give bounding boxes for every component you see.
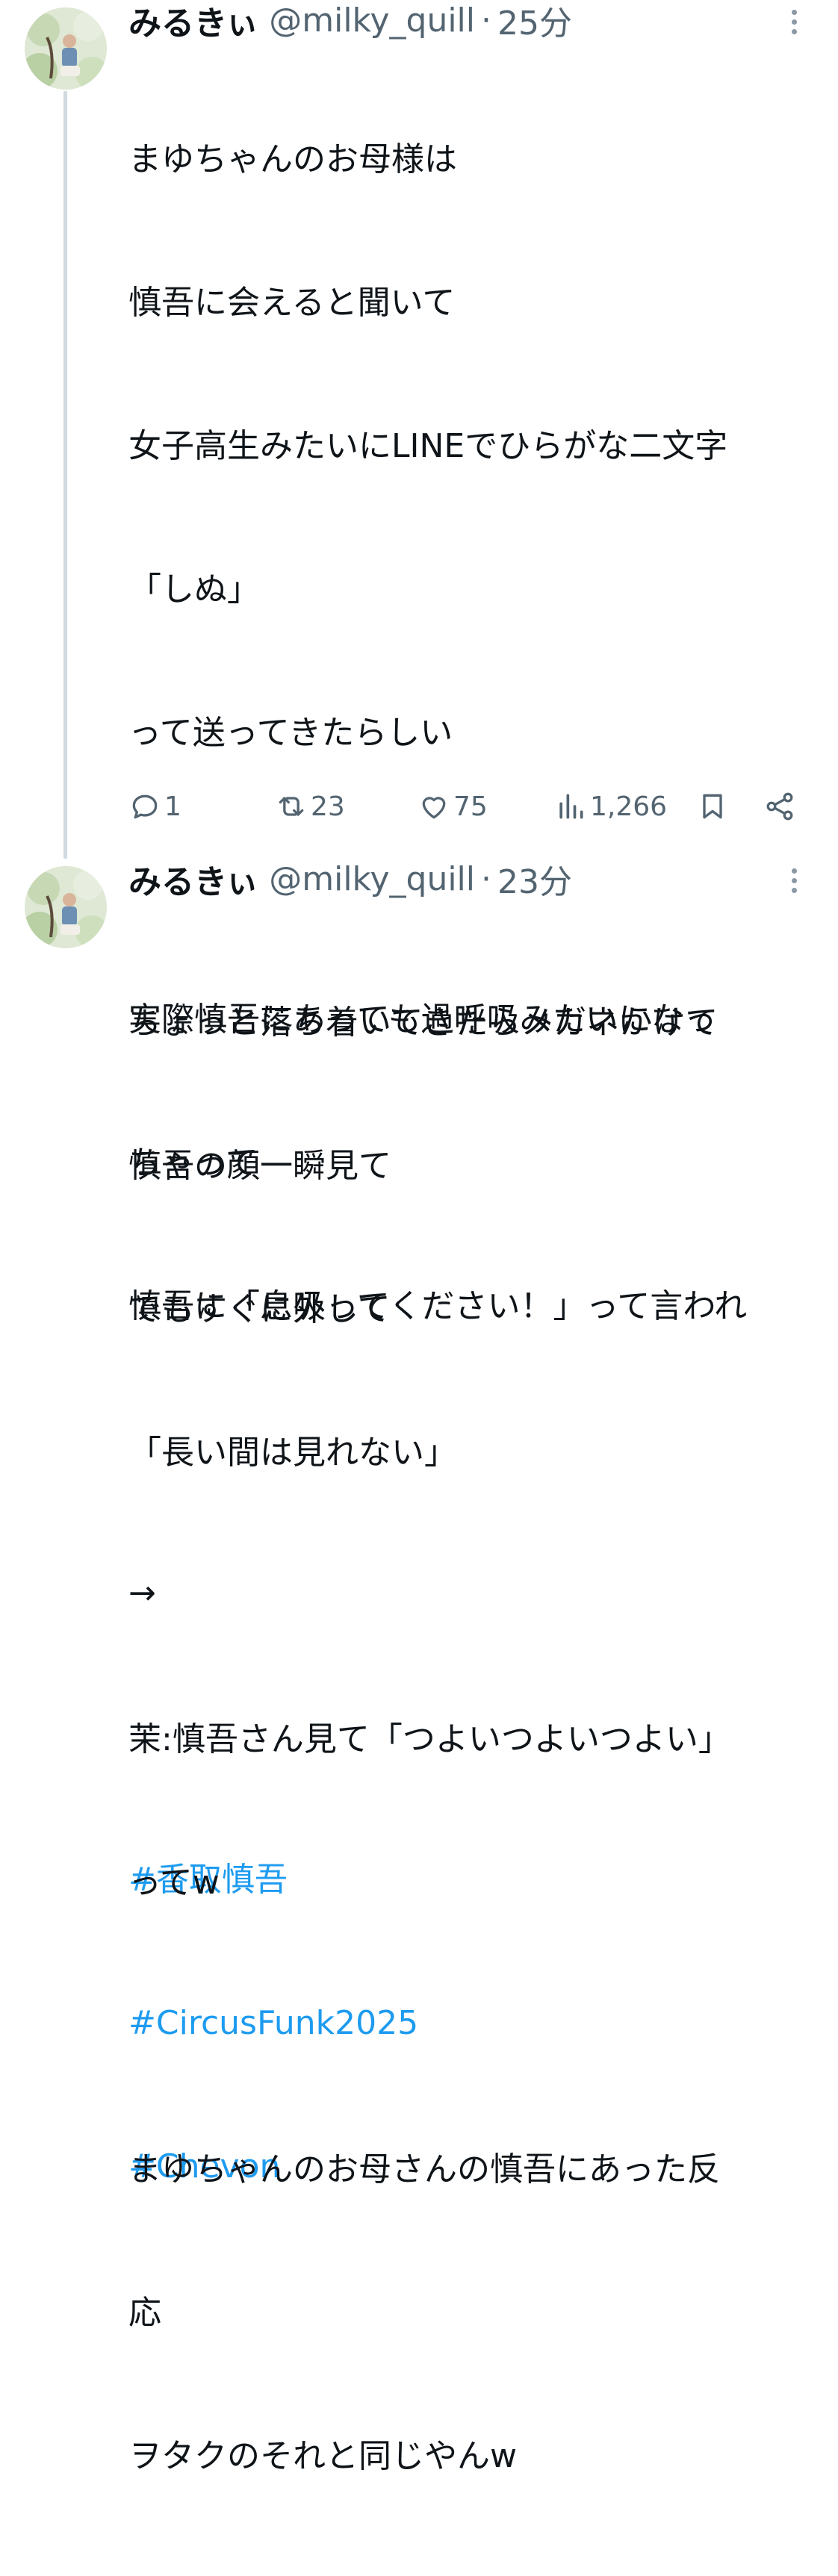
display-name[interactable]: みるきぃ [128,0,258,44]
repost-icon [279,797,304,816]
user-handle[interactable]: @milky_quill [269,860,475,898]
reply-count: 1 [164,791,181,822]
post-line: 茉:慎吾さん見て「つよいつよいつよい」 [128,1720,731,1758]
post-timestamp[interactable]: 23分 [497,855,572,903]
post-header: みるきぃ @milky_quill · 23分 [128,859,572,902]
heart-icon [422,797,446,819]
post-line: まゆちゃんのお母さんの慎吾にあった反 [128,2150,720,2188]
more-vertical-icon [791,9,797,34]
post-line: 慎吾の顔一瞬見て [128,1147,391,1185]
post-line [128,2003,823,2050]
post-line: まゆちゃんのお母様は [128,140,457,178]
more-options-button[interactable] [783,1,805,42]
avatar-photo [25,866,107,948]
reply-button[interactable]: 1 [128,784,181,829]
post-body: ちょっと落ち着いてきたらメガネかけて 慎吾の顔一瞬見て でもすぐに外して 「長い… [128,903,823,2576]
post-line: でもすぐに外して [128,1290,391,1328]
post-actions-bar: 1 23 75 1,266 [128,784,801,829]
post-line: 応 [128,2294,161,2332]
share-button[interactable] [763,784,796,829]
share-icon [766,792,793,821]
avatar-photo [25,7,107,90]
post-header: みるきぃ @milky_quill · 25分 [128,0,572,43]
post-line: ってw [128,1864,220,1902]
post-line: 慎吾に会えると聞いて [128,284,456,322]
post-timestamp[interactable]: 25分 [497,0,572,44]
post-line [128,1572,823,1620]
more-vertical-icon [791,868,797,893]
separator-dot: · [481,859,492,898]
like-count: 75 [453,791,488,822]
post-line: ヲタクのそれと同じやんw [128,2437,517,2475]
more-options-button[interactable] [783,860,805,900]
repost-count: 23 [311,791,345,822]
like-button[interactable]: 75 [418,784,488,829]
post-line: 女子高生みたいにLINEでひらがな二文字 [128,427,728,465]
thread-connector-line [63,91,67,859]
user-handle[interactable]: @milky_quill [269,1,475,40]
views-chart-icon [559,794,583,819]
separator-dot: · [481,1,492,40]
repost-button[interactable]: 23 [275,784,345,829]
avatar[interactable] [25,866,107,948]
display-name[interactable]: みるきぃ [128,855,258,903]
bookmark-icon [703,794,722,819]
reply-icon [132,794,158,819]
post-line: って送ってきたらしい [128,714,453,752]
bookmark-button[interactable] [696,784,729,829]
avatar[interactable] [25,7,107,90]
post-line: 「長い間は見れない」 [128,1434,457,1472]
view-count: 1,266 [590,791,668,822]
post-line: ちょっと落ち着いてきたらメガネかけて [128,1004,718,1042]
post-line: 「しぬ」 [128,570,260,609]
views-button[interactable]: 1,266 [554,784,667,829]
